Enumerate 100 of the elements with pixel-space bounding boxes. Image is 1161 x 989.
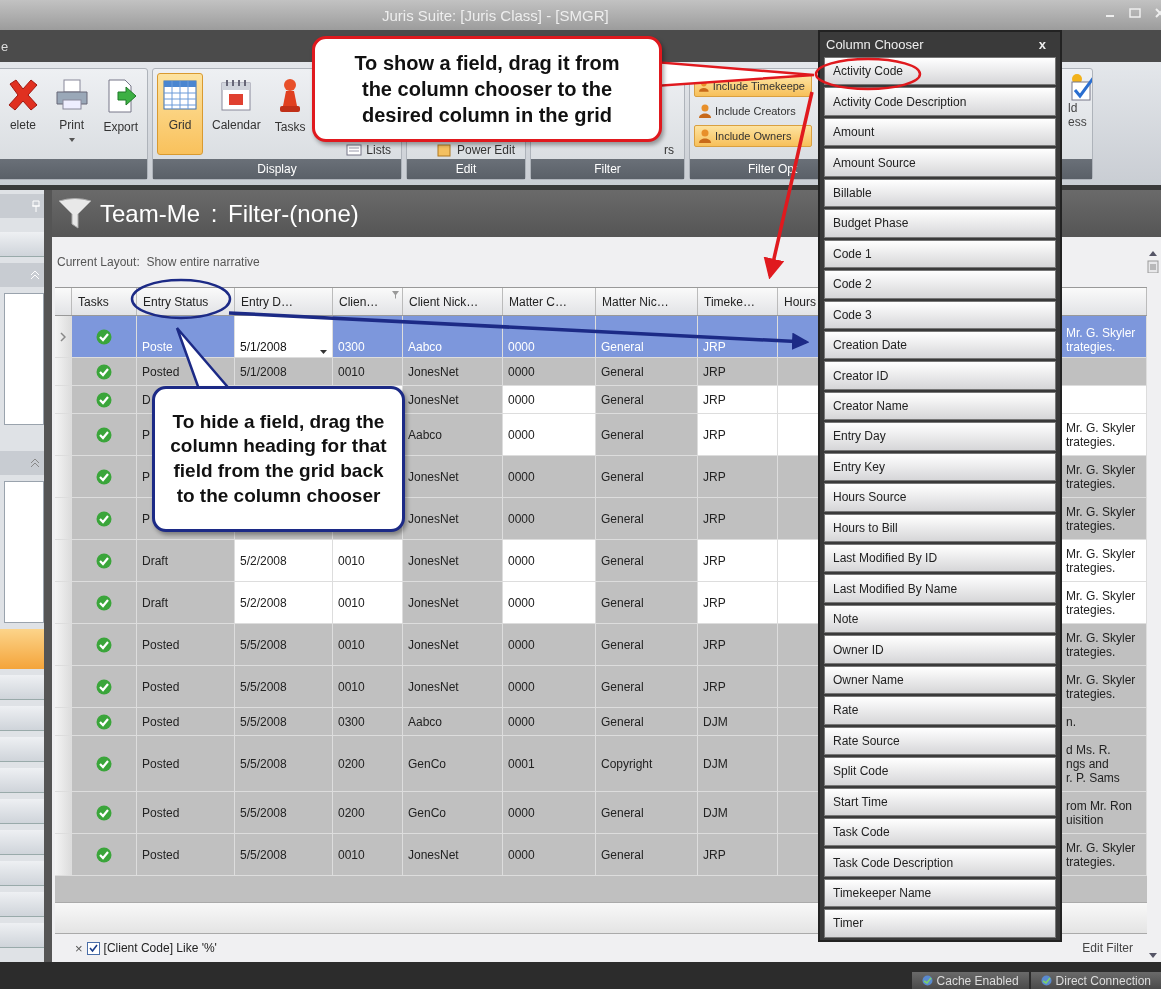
chooser-item[interactable]: Creator Name: [824, 391, 1056, 421]
row-header[interactable]: [55, 582, 72, 624]
chooser-item[interactable]: Note: [824, 604, 1056, 634]
chooser-item[interactable]: Hours to Bill: [824, 513, 1056, 542]
column-header[interactable]: Entry Status: [137, 288, 235, 315]
row-header[interactable]: [55, 386, 72, 414]
clear-filter-button[interactable]: ×: [75, 940, 83, 956]
ribbon-button[interactable]: Power Edit: [436, 143, 515, 157]
row-header[interactable]: [55, 498, 72, 540]
scroll-up-icon[interactable]: [1147, 249, 1159, 273]
close-button[interactable]: x: [1038, 37, 1046, 52]
column-header[interactable]: Tasks: [72, 288, 137, 315]
row-header[interactable]: [55, 540, 72, 582]
person-icon: [699, 104, 711, 118]
table-cell: 5/2/2008: [240, 553, 287, 568]
chooser-item[interactable]: Entry Day: [824, 422, 1056, 451]
row-header[interactable]: [55, 792, 72, 834]
chooser-item[interactable]: Rate: [824, 696, 1056, 725]
status-item[interactable]: Cache Enabled: [911, 972, 1029, 989]
table-cell: General: [601, 553, 644, 568]
table-cell: d Ms. R. ngs and r. P. Sams: [1066, 742, 1120, 785]
filter-toggle[interactable]: Include Owners: [694, 125, 812, 147]
table-cell: 0001: [508, 756, 535, 771]
row-header[interactable]: [55, 358, 72, 386]
row-header[interactable]: [55, 624, 72, 666]
chooser-item[interactable]: Amount: [824, 117, 1056, 147]
chooser-item[interactable]: Code 1: [824, 239, 1056, 269]
date-editor[interactable]: 5/1/2008: [235, 316, 333, 358]
row-header[interactable]: [55, 316, 72, 358]
nav-item[interactable]: [0, 923, 44, 948]
column-header[interactable]: Timeke…: [698, 288, 778, 315]
nav-item[interactable]: [0, 629, 44, 669]
table-cell: General: [601, 595, 644, 610]
ribbon-button[interactable]: Print: [48, 73, 95, 155]
chooser-item[interactable]: Last Modified By ID: [824, 544, 1056, 573]
nav-item[interactable]: [0, 768, 44, 793]
chooser-item[interactable]: Task Code Description: [824, 848, 1056, 877]
chooser-item[interactable]: Entry Key: [824, 452, 1056, 482]
table-cell: Posted: [142, 637, 180, 652]
menu-item[interactable]: e: [1, 38, 9, 54]
chooser-item[interactable]: Start Time: [824, 787, 1056, 816]
row-header[interactable]: [55, 414, 72, 456]
nav-item[interactable]: [0, 675, 44, 700]
row-header[interactable]: [55, 834, 72, 876]
chooser-item[interactable]: Owner Name: [824, 665, 1056, 695]
nav-item[interactable]: [0, 830, 44, 855]
ribbon-button[interactable]: Tasks: [269, 73, 311, 155]
row-header[interactable]: [55, 736, 72, 792]
ribbon-button[interactable]: Calendar: [207, 73, 266, 155]
nav-item[interactable]: [0, 706, 44, 731]
chooser-item[interactable]: Activity Code Description: [824, 87, 1056, 116]
table-cell: General: [601, 427, 644, 442]
maximize-icon[interactable]: [1129, 8, 1141, 18]
nav-item[interactable]: [0, 737, 44, 762]
chooser-item[interactable]: Creation Date: [824, 330, 1056, 360]
chooser-item[interactable]: Code 2: [824, 270, 1056, 299]
collapse-icon[interactable]: [30, 458, 40, 468]
scroll-down-icon[interactable]: [1147, 952, 1159, 960]
checkbox[interactable]: [86, 941, 100, 955]
chooser-item[interactable]: Owner ID: [824, 635, 1056, 664]
ribbon-button[interactable]: elete: [1, 73, 45, 155]
chooser-item[interactable]: Hours Source: [824, 483, 1056, 512]
column-header[interactable]: Matter Nic…: [596, 288, 698, 315]
chooser-item[interactable]: Timekeeper Name: [824, 878, 1056, 908]
table-cell: P: [142, 427, 150, 442]
row-header[interactable]: [55, 456, 72, 498]
nav-item[interactable]: [0, 799, 44, 824]
status-item[interactable]: Direct Connection: [1030, 972, 1161, 989]
chooser-item[interactable]: Amount Source: [824, 148, 1056, 177]
table-cell: GenCo: [408, 805, 447, 820]
nav-item[interactable]: [0, 892, 44, 917]
ribbon-button[interactable]: Lists: [346, 143, 391, 157]
chooser-item[interactable]: Task Code: [824, 817, 1056, 847]
splitter[interactable]: [44, 190, 52, 962]
chooser-item[interactable]: Last Modified By Name: [824, 574, 1056, 603]
chooser-item[interactable]: Activity Code: [824, 57, 1056, 86]
chooser-item[interactable]: Split Code: [824, 757, 1056, 786]
row-header[interactable]: [55, 708, 72, 736]
table-cell: 5/5/2008: [240, 756, 287, 771]
filter-icon[interactable]: [392, 291, 399, 299]
ribbon-button[interactable]: Export: [98, 73, 143, 155]
column-header[interactable]: Matter C…: [503, 288, 596, 315]
edit-filter-link[interactable]: Edit Filter: [1076, 940, 1139, 956]
dropdown-icon[interactable]: [320, 350, 327, 354]
column-header[interactable]: Clien…: [333, 288, 403, 315]
chooser-item[interactable]: Timer: [824, 909, 1056, 938]
chooser-item[interactable]: Creator ID: [824, 361, 1056, 390]
table-cell: General: [601, 511, 644, 526]
ribbon-button[interactable]: Grid: [157, 73, 203, 155]
chooser-item[interactable]: Code 3: [824, 300, 1056, 329]
chooser-item[interactable]: Rate Source: [824, 726, 1056, 756]
chooser-item[interactable]: Billable: [824, 178, 1056, 208]
ribbon-button[interactable]: rs: [664, 143, 674, 157]
chooser-item[interactable]: Budget Phase: [824, 209, 1056, 238]
filter-toggle[interactable]: Include Creators: [694, 100, 812, 122]
row-header[interactable]: [55, 666, 72, 708]
pin-icon[interactable]: [32, 200, 40, 212]
nav-item[interactable]: [0, 861, 44, 886]
column-header[interactable]: Entry D…: [235, 288, 333, 315]
column-header[interactable]: Client Nick…: [403, 288, 503, 315]
